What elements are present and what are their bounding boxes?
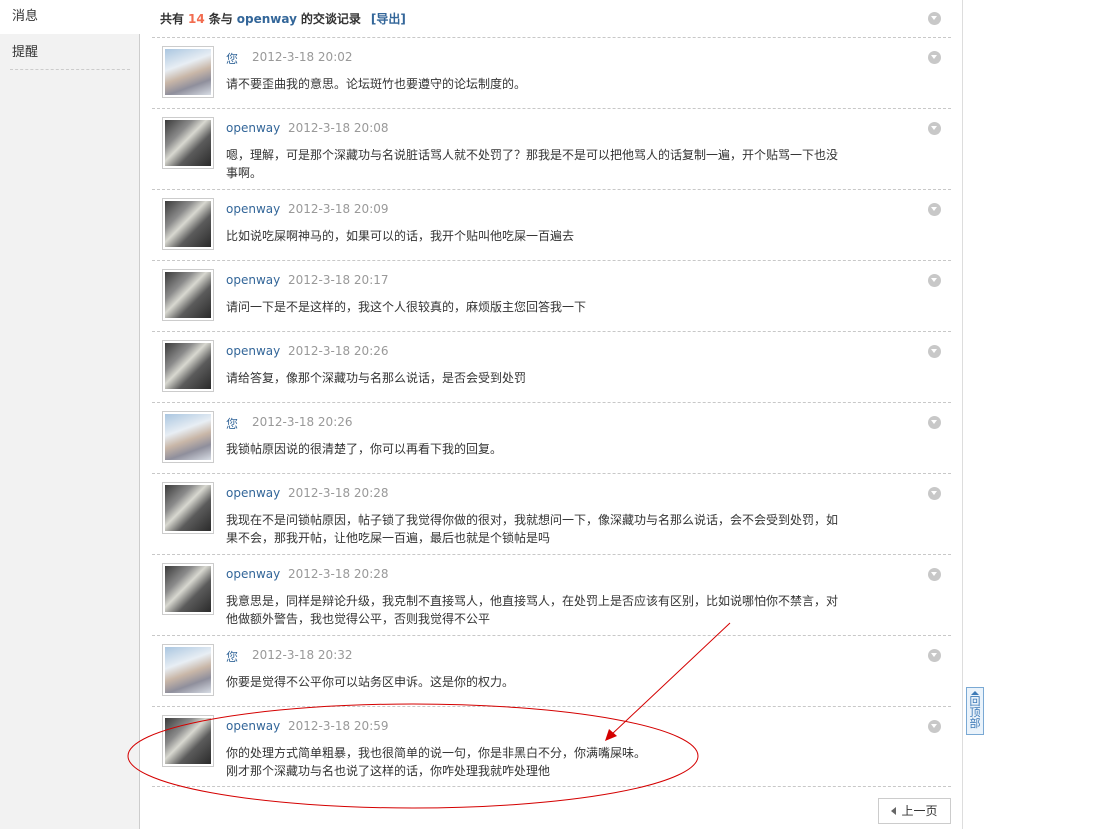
avatar-image: [165, 566, 211, 612]
avatar[interactable]: [162, 715, 214, 767]
message-collapse-icon[interactable]: [928, 274, 941, 287]
content-right-border: [962, 0, 963, 829]
conversation-header: 共有 14 条与 openway 的交谈记录 [导出]: [160, 10, 406, 27]
header-collapse-icon[interactable]: [928, 12, 941, 25]
sender-name[interactable]: openway: [226, 344, 280, 358]
sender-name[interactable]: openway: [226, 567, 280, 581]
message-item: openway 2012-3-18 20:08 嗯，理解，可是那个深藏功与名说脏…: [152, 108, 951, 189]
message-item: openway 2012-3-18 20:26 请给答复，像那个深藏功与名那么说…: [152, 331, 951, 402]
message-collapse-icon[interactable]: [928, 416, 941, 429]
message-time: 2012-3-18 20:59: [288, 719, 389, 733]
sidebar-divider: [10, 69, 130, 70]
message-item: openway 2012-3-18 20:09 比如说吃屎啊神马的，如果可以的话…: [152, 189, 951, 260]
message-text: 我意思是，同样是辩论升级，我克制不直接骂人，他直接骂人，在处罚上是否应该有区别，…: [226, 594, 839, 626]
back-to-top-button[interactable]: 回顶部: [966, 687, 984, 735]
avatar[interactable]: [162, 117, 214, 169]
message-time: 2012-3-18 20:26: [288, 344, 389, 358]
arrow-left-icon: [891, 807, 897, 815]
avatar[interactable]: [162, 269, 214, 321]
message-time: 2012-3-18 20:26: [252, 415, 353, 429]
message-time: 2012-3-18 20:02: [252, 50, 353, 64]
avatar[interactable]: [162, 644, 214, 696]
message-text: 你的处理方式简单粗暴，我也很简单的说一句，你是非黑白不分，你满嘴屎味。 刚才那个…: [226, 746, 647, 778]
avatar-image: [165, 343, 211, 389]
avatar-image: [165, 272, 211, 318]
sidebar: 消息 提醒: [0, 0, 141, 829]
back-to-top-label: 回顶部: [969, 695, 981, 730]
message-item: 您 2012-3-18 20:02 请不要歪曲我的意思。论坛斑竹也要遵守的论坛制…: [152, 37, 951, 108]
sender-name[interactable]: 您: [226, 50, 238, 67]
avatar-image: [165, 647, 211, 693]
avatar-image: [165, 414, 211, 460]
sender-name[interactable]: openway: [226, 202, 280, 216]
avatar-image: [165, 49, 211, 95]
conversation-user[interactable]: openway: [237, 12, 297, 26]
message-time: 2012-3-18 20:32: [252, 648, 353, 662]
message-collapse-icon[interactable]: [928, 568, 941, 581]
sender-name[interactable]: openway: [226, 719, 280, 733]
message-text: 请给答复，像那个深藏功与名那么说话，是否会受到处罚: [226, 371, 527, 385]
message-collapse-icon[interactable]: [928, 51, 941, 64]
header-suffix: 的交谈记录: [300, 12, 361, 26]
message-text: 我锁帖原因说的很清楚了，你可以再看下我的回复。: [226, 442, 503, 456]
message-text: 请不要歪曲我的意思。论坛斑竹也要遵守的论坛制度的。: [226, 77, 527, 91]
message-text: 我现在不是问锁帖原因，帖子锁了我觉得你做的很对，我就想问一下，像深藏功与名那么说…: [226, 513, 839, 545]
sidebar-item-messages[interactable]: 消息: [0, 0, 141, 34]
message-collapse-icon[interactable]: [928, 649, 941, 662]
avatar-image: [165, 201, 211, 247]
export-link[interactable]: [导出]: [371, 12, 406, 26]
message-time: 2012-3-18 20:28: [288, 486, 389, 500]
message-time: 2012-3-18 20:28: [288, 567, 389, 581]
sender-name[interactable]: openway: [226, 273, 280, 287]
message-item: 您 2012-3-18 20:32 你要是觉得不公平你可以站务区申诉。这是你的权…: [152, 635, 951, 706]
message-time: 2012-3-18 20:09: [288, 202, 389, 216]
message-collapse-icon[interactable]: [928, 122, 941, 135]
prev-page-label: 上一页: [901, 804, 938, 818]
avatar-image: [165, 485, 211, 531]
message-item: openway 2012-3-18 20:28 我意思是，同样是辩论升级，我克制…: [152, 554, 951, 635]
message-text: 你要是觉得不公平你可以站务区申诉。这是你的权力。: [226, 675, 515, 689]
sender-name[interactable]: 您: [226, 648, 238, 665]
prev-page-button[interactable]: 上一页: [878, 798, 951, 824]
avatar[interactable]: [162, 563, 214, 615]
message-collapse-icon[interactable]: [928, 203, 941, 216]
message-text: 嗯，理解，可是那个深藏功与名说脏话骂人就不处罚了？那我是不是可以把他骂人的话复制…: [226, 148, 839, 180]
avatar-image: [165, 120, 211, 166]
message-item: openway 2012-3-18 20:59 你的处理方式简单粗暴，我也很简单…: [152, 706, 951, 787]
sender-name[interactable]: openway: [226, 121, 280, 135]
avatar[interactable]: [162, 198, 214, 250]
sidebar-item-reminders[interactable]: 提醒: [0, 36, 140, 70]
header-middle: 条与: [208, 12, 233, 26]
message-collapse-icon[interactable]: [928, 345, 941, 358]
header-prefix: 共有: [160, 12, 185, 26]
message-collapse-icon[interactable]: [928, 720, 941, 733]
avatar[interactable]: [162, 411, 214, 463]
message-collapse-icon[interactable]: [928, 487, 941, 500]
sender-name[interactable]: openway: [226, 486, 280, 500]
sender-name[interactable]: 您: [226, 415, 238, 432]
message-time: 2012-3-18 20:17: [288, 273, 389, 287]
avatar[interactable]: [162, 482, 214, 534]
message-item: openway 2012-3-18 20:17 请问一下是不是这样的，我这个人很…: [152, 260, 951, 331]
avatar[interactable]: [162, 340, 214, 392]
message-count: 14: [188, 12, 205, 26]
message-text: 请问一下是不是这样的，我这个人很较真的，麻烦版主您回答我一下: [226, 300, 587, 314]
message-item: openway 2012-3-18 20:28 我现在不是问锁帖原因，帖子锁了我…: [152, 473, 951, 554]
message-text: 比如说吃屎啊神马的，如果可以的话，我开个贴叫他吃屎一百遍去: [226, 229, 575, 243]
avatar[interactable]: [162, 46, 214, 98]
message-item: 您 2012-3-18 20:26 我锁帖原因说的很清楚了，你可以再看下我的回复…: [152, 402, 951, 473]
message-time: 2012-3-18 20:08: [288, 121, 389, 135]
avatar-image: [165, 718, 211, 764]
